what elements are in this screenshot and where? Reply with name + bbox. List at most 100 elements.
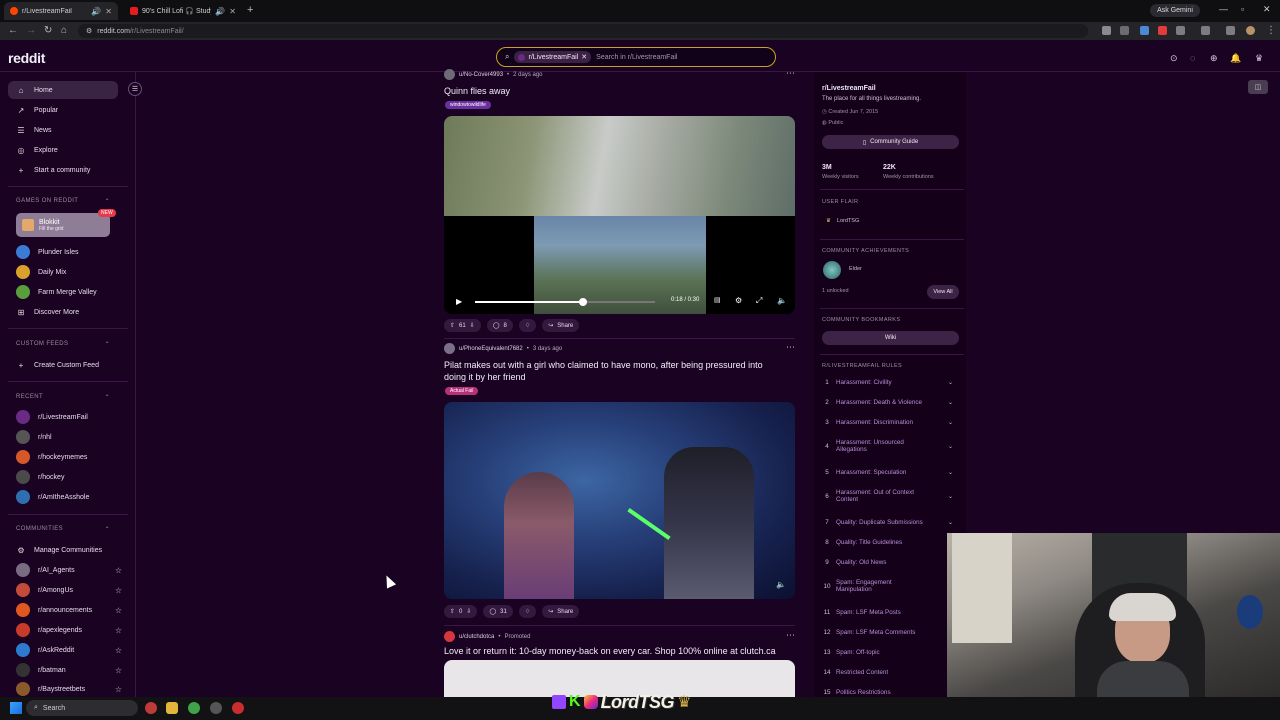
community-guide-button[interactable]: ▯ Community Guide [822, 135, 959, 149]
video-progress-track[interactable] [475, 301, 655, 303]
post-flair[interactable]: Actual Fail [445, 387, 479, 395]
share-button[interactable]: ↪ Share [542, 319, 580, 332]
user-flair[interactable]: ♛ LordTSG [826, 218, 859, 224]
settings-icon[interactable]: ⚙ [735, 296, 742, 305]
games-heading[interactable]: GAMES ON REDDIT ⌃ [16, 198, 110, 205]
file-explorer-icon[interactable] [166, 702, 178, 714]
extension-icon[interactable] [1158, 26, 1167, 35]
comments-button[interactable]: ◯ 31 [483, 605, 513, 618]
rule-item[interactable]: 5 Harassment: Speculation ⌄ [818, 469, 958, 476]
view-all-button[interactable]: View All [927, 285, 959, 299]
sidebar-item-recent[interactable]: r/LivestreamFail [8, 408, 118, 426]
downvote-icon[interactable]: ⇩ [466, 608, 471, 615]
sidebar-item-home[interactable]: ⌂ Home [8, 81, 118, 99]
rule-item[interactable]: 8 Quality: Title Guidelines [818, 539, 958, 546]
star-icon[interactable]: ☆ [115, 586, 122, 595]
scroll-top-icon[interactable]: ◫ [1248, 80, 1268, 94]
upvote-icon[interactable]: ⇧ [450, 322, 455, 329]
volume-icon[interactable]: 🔈 [777, 296, 787, 305]
sidebar-item-news[interactable]: ☰ News [8, 121, 118, 139]
sidebar-item-community[interactable]: r/announcements ☆ [8, 601, 122, 619]
extension-icon[interactable] [1226, 26, 1235, 35]
rule-item[interactable]: 4 Harassment: Unsourced Allegations ⌄ [818, 439, 958, 453]
sidebar-item-game[interactable]: Daily Mix [8, 263, 118, 281]
sidebar-item-popular[interactable]: ↗ Popular [8, 101, 118, 119]
rule-item[interactable]: 6 Harassment: Out of Context Content ⌄ [818, 489, 958, 503]
user-avatar[interactable] [444, 69, 455, 80]
sidebar-item-create-custom-feed[interactable]: + Create Custom Feed [8, 356, 118, 374]
post-author[interactable]: u/No-Cover4993 [459, 72, 503, 78]
sidebar-item-recent[interactable]: r/AmItheAsshole [8, 488, 118, 506]
featured-game-blokkit[interactable]: Blokkit Fill the grid [16, 213, 110, 237]
speaker-icon[interactable]: 🔊 [91, 7, 101, 16]
post-title[interactable]: Love it or return it: 10-day money-back … [444, 645, 776, 657]
comments-button[interactable]: ◯ 8 [486, 319, 513, 332]
star-icon[interactable]: ☆ [115, 606, 122, 615]
taskbar-app-icon[interactable] [210, 702, 222, 714]
sidebar-item-community[interactable]: r/Baystreetbets ☆ [8, 680, 122, 698]
custom-feeds-heading[interactable]: CUSTOM FEEDS ⌃ [16, 341, 110, 348]
post-title[interactable]: Pilat makes out with a girl who claimed … [444, 359, 794, 383]
recent-heading[interactable]: RECENT ⌃ [16, 394, 110, 401]
extension-icon[interactable] [1176, 26, 1185, 35]
star-icon[interactable]: ☆ [115, 646, 122, 655]
close-window-icon[interactable]: ✕ [1263, 4, 1271, 15]
award-button[interactable]: ♢ [518, 319, 537, 332]
post-title[interactable]: Quinn flies away [444, 85, 510, 97]
sidebar-item-community[interactable]: r/apexlegends ☆ [8, 621, 122, 639]
sidebar-item-game[interactable]: Farm Merge Valley [8, 283, 118, 301]
advertiser-avatar[interactable] [444, 631, 455, 642]
sidebar-item-recent[interactable]: r/hockey [8, 468, 118, 486]
sidebar-item-game[interactable]: Plunder Isles [8, 243, 118, 261]
award-button[interactable]: ♢ [518, 605, 537, 618]
collapse-sidebar-icon[interactable]: ☰ [128, 82, 142, 96]
share-button[interactable]: ↪ Share [542, 605, 580, 618]
chrome-icon[interactable] [188, 702, 200, 714]
extension-icon[interactable] [1102, 26, 1111, 35]
video-player[interactable]: ▶ 0:18 / 0:30 ▤ ⚙ ⤢ 🔈 [444, 116, 795, 314]
communities-heading[interactable]: COMMUNITIES ⌃ [16, 526, 110, 533]
chat-icon[interactable]: ◌ [1190, 53, 1195, 63]
video-scrubber-handle[interactable] [579, 298, 587, 306]
star-icon[interactable]: ☆ [115, 566, 122, 575]
rule-item[interactable]: 12 Spam: LSF Meta Comments [818, 629, 958, 636]
windows-start-icon[interactable] [10, 702, 22, 714]
video-player[interactable]: 🔈 [444, 402, 795, 599]
user-avatar[interactable] [444, 343, 455, 354]
rule-item[interactable]: 15 Politics Restrictions [818, 689, 958, 696]
fullscreen-icon[interactable]: ⤢ [756, 296, 762, 306]
new-tab-icon[interactable]: + [247, 4, 253, 16]
post-options-icon[interactable]: ⋯ [786, 342, 795, 353]
home-browser-icon[interactable]: ⌂ [61, 25, 67, 36]
volume-icon[interactable]: 🔈 [776, 580, 786, 589]
ask-gemini-button[interactable]: Ask Gemini [1150, 4, 1200, 17]
post-flair[interactable]: windowtowildlife [445, 101, 491, 109]
rule-item[interactable]: 10 Spam: Engagement Manipulation [818, 579, 958, 593]
rule-item[interactable]: 3 Harassment: Discrimination ⌄ [818, 419, 958, 426]
url-field[interactable]: ⚙ reddit.com/r/LivestreamFail/ [78, 24, 1088, 38]
post-author[interactable]: u/PhoneEquivalent7682 [459, 346, 523, 352]
sidebar-item-manage-communities[interactable]: ⚙ Manage Communities [8, 541, 118, 559]
profile-avatar[interactable] [1246, 26, 1255, 35]
star-icon[interactable]: ☆ [115, 626, 122, 635]
menu-dots-icon[interactable]: ⋮ [1266, 25, 1276, 36]
rule-item[interactable]: 2 Harassment: Death & Violence ⌄ [818, 399, 958, 406]
sidebar-item-community[interactable]: r/AskReddit ☆ [8, 641, 122, 659]
sidebar-item-explore[interactable]: ◎ Explore [8, 141, 118, 159]
extension-icon[interactable] [1120, 26, 1129, 35]
rule-item[interactable]: 14 Restricted Content [818, 669, 958, 676]
upvote-icon[interactable]: ⇧ [450, 608, 455, 615]
downvote-icon[interactable]: ⇩ [470, 322, 475, 329]
rule-item[interactable]: 13 Spam: Off-topic [818, 649, 958, 656]
captions-icon[interactable]: ▤ [714, 296, 721, 304]
sidebar-item-start-community[interactable]: + Start a community [8, 161, 118, 179]
sidebar-item-community[interactable]: r/batman ☆ [8, 661, 122, 679]
post-options-icon[interactable]: ⋯ [786, 630, 795, 641]
back-icon[interactable]: ← [8, 25, 18, 36]
wiki-button[interactable]: Wiki [822, 331, 959, 345]
play-icon[interactable]: ▶ [456, 297, 462, 306]
close-tab-icon[interactable]: ✕ [229, 7, 236, 16]
browser-tab-lofi[interactable]: 90's Chill Lofi 🎧 Study Mu... 🔊 ✕ [124, 2, 242, 20]
user-avatar[interactable]: ♛ [1255, 53, 1263, 64]
browser-tab-livestreamfail[interactable]: r/LivestreamFail 🔊 ✕ [4, 2, 118, 20]
